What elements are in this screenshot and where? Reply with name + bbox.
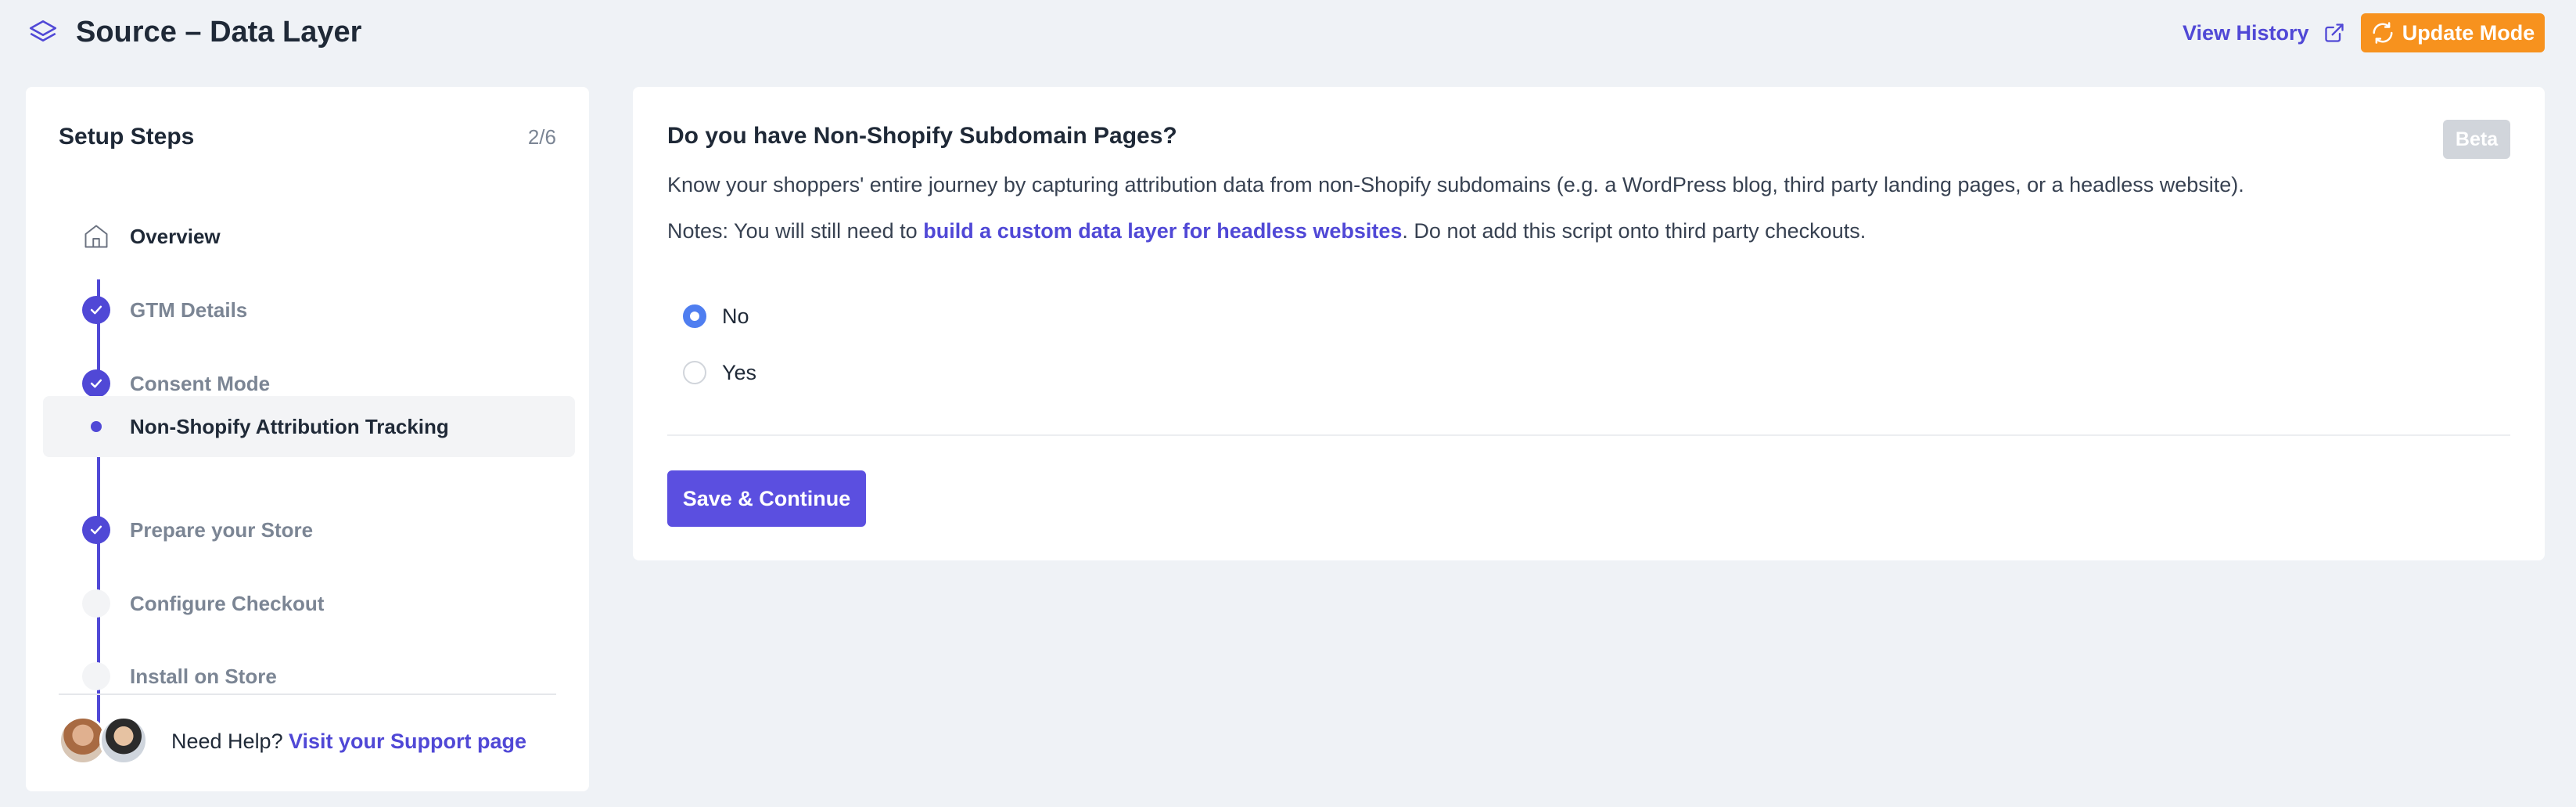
step-label: GTM Details — [130, 298, 248, 322]
step-configure-checkout[interactable]: Configure Checkout — [43, 573, 575, 634]
check-icon — [82, 296, 110, 324]
pending-step-marker — [82, 662, 110, 690]
step-label: Consent Mode — [130, 372, 271, 395]
update-mode-button[interactable]: Update Mode — [2361, 13, 2545, 52]
view-history-label: View History — [2183, 20, 2309, 45]
step-non-shopify-attribution[interactable]: Non-Shopify Attribution Tracking — [43, 396, 575, 457]
check-icon — [82, 516, 110, 544]
radio-no[interactable] — [683, 304, 706, 328]
step-gtm-details[interactable]: GTM Details — [43, 279, 575, 340]
setup-steps-title: Setup Steps — [59, 124, 195, 150]
step-label: Non-Shopify Attribution Tracking — [130, 415, 449, 438]
step-install-on-store[interactable]: Install on Store — [43, 646, 575, 707]
step-label: Install on Store — [130, 665, 277, 688]
sidebar-divider — [59, 694, 556, 695]
notes-suffix: . Do not add this script onto third part… — [1402, 219, 1866, 243]
step-label: Configure Checkout — [130, 592, 325, 615]
layers-icon — [27, 17, 59, 50]
headless-data-layer-link[interactable]: build a custom data layer for headless w… — [923, 219, 1402, 243]
external-link-icon — [2324, 23, 2344, 42]
step-label: Prepare your Store — [130, 518, 314, 542]
step-label: Overview — [130, 225, 221, 248]
page-title: Source – Data Layer — [76, 16, 362, 49]
step-overview[interactable]: Overview — [43, 206, 575, 267]
option-label: Yes — [722, 361, 757, 384]
step-prepare-store[interactable]: Prepare your Store — [43, 499, 575, 560]
need-help-text: Need Help? — [171, 730, 283, 753]
question-description: Know your shoppers' entire journey by ca… — [667, 173, 2244, 196]
beta-badge: Beta — [2443, 120, 2510, 159]
option-no[interactable]: No — [683, 301, 749, 332]
support-avatar — [99, 716, 148, 765]
pending-step-marker — [82, 589, 110, 618]
home-icon — [82, 222, 110, 250]
check-icon — [82, 369, 110, 398]
radio-yes[interactable] — [683, 361, 706, 384]
setup-steps-card: Setup Steps 2/6 Overview GTM Details Con… — [26, 87, 589, 791]
notes-prefix: Notes: You will still need to — [667, 219, 924, 243]
page-header: Source – Data Layer View History Update … — [0, 0, 2576, 66]
support-page-link[interactable]: Visit your Support page — [289, 727, 526, 755]
card-divider — [667, 434, 2510, 436]
option-label: No — [722, 304, 749, 328]
update-mode-label: Update Mode — [2402, 20, 2535, 45]
current-step-dot — [82, 413, 110, 441]
save-continue-button[interactable]: Save & Continue — [667, 470, 866, 527]
question-card: Do you have Non-Shopify Subdomain Pages?… — [633, 87, 2545, 560]
refresh-icon — [2373, 22, 2393, 44]
setup-progress: 2/6 — [527, 125, 556, 149]
view-history-link[interactable]: View History — [2183, 17, 2345, 49]
option-yes[interactable]: Yes — [683, 357, 756, 388]
question-notes: Notes: You will still need to build a cu… — [667, 215, 1866, 247]
question-title: Do you have Non-Shopify Subdomain Pages? — [667, 123, 1177, 149]
